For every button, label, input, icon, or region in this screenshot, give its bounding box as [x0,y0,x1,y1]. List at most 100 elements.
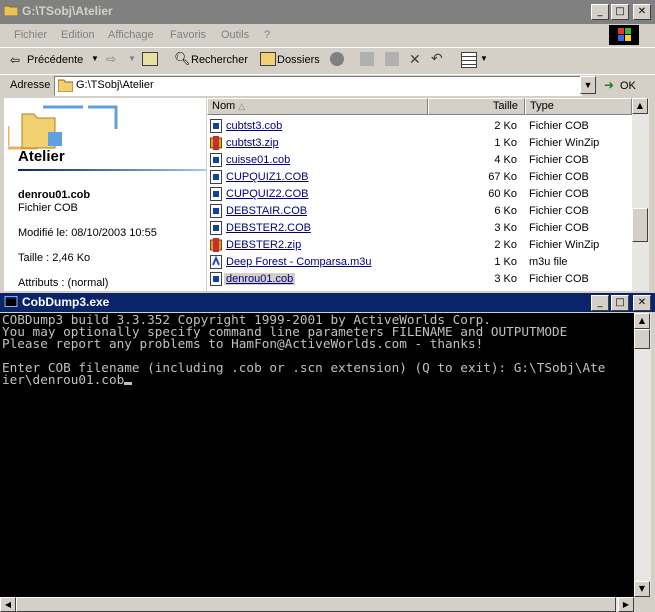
address-bar: Adresse G:\TSobj\Atelier ▼ ➜ OK [0,74,655,97]
file-type: Fichier WinZip [529,137,600,149]
back-button[interactable]: Précédente [27,54,83,66]
folder-icon [58,79,73,92]
scroll-down-icon[interactable]: ▼ [634,581,650,597]
address-field[interactable]: G:\TSobj\Atelier [54,76,582,96]
file-row[interactable]: CUPQUIZ2.COB 60 Ko Fichier COB [207,186,632,203]
selected-file-type: Fichier COB [18,202,78,214]
menu-favoris[interactable]: Favoris [170,29,206,41]
menu-edition[interactable]: Edition [61,29,95,41]
explorer-title: G:\TSobj\Atelier [22,4,113,18]
undo-icon[interactable]: ↶ [431,50,443,67]
file-type: Fichier WinZip [529,239,600,251]
console-vertical-scrollbar[interactable]: ▲ ▼ [634,313,651,597]
scroll-right-icon[interactable]: ▶ [618,597,634,612]
menu-help[interactable]: ? [264,29,270,41]
file-type: m3u file [529,256,568,268]
forward-dropdown-icon[interactable]: ▼ [128,54,136,63]
explorer-window: G:\TSobj\Atelier _ □ ✕ Fichier Edition A… [0,0,655,293]
up-folder-icon[interactable] [142,52,158,66]
column-header-size[interactable]: Taille [428,98,525,115]
address-dropdown-button[interactable]: ▼ [580,76,596,94]
file-size: 67 Ko [488,171,517,183]
go-label: OK [620,80,636,92]
selected-file-name: denrou01.cob [18,189,91,201]
copy-to-icon[interactable] [385,52,399,66]
go-button[interactable]: ➜ OK [600,76,644,95]
menu-affichage[interactable]: Affichage [108,29,154,41]
close-button[interactable]: ✕ [633,4,651,20]
views-icon[interactable] [461,52,477,68]
file-row-selected[interactable]: denrou01.cob 3 Ko Fichier COB [207,271,632,288]
file-size: 1 Ko [494,137,517,149]
minimize-button[interactable]: _ [591,295,609,311]
scroll-up-icon[interactable]: ▲ [634,313,650,329]
m3u-file-icon [210,255,222,269]
sort-ascending-icon: △ [238,101,246,111]
folders-button[interactable]: Dossiers [277,54,320,66]
console-app-icon [4,296,18,307]
menu-fichier[interactable]: Fichier [14,29,47,41]
explorer-title-bar[interactable]: G:\TSobj\Atelier _ □ ✕ [0,0,655,24]
cob-file-icon [210,204,222,218]
file-name: cubtst3.zip [226,137,279,149]
file-size: 60 Ko [488,188,517,200]
toolbar: ⇦ Précédente ▼ ⇨ ▼ 🔍︎ Rechercher Dossier… [0,47,655,74]
console-horizontal-scrollbar[interactable]: ◀ ▶ [0,597,634,612]
minimize-button[interactable]: _ [591,4,609,20]
cob-file-icon [210,119,222,133]
cob-file-icon [210,187,222,201]
file-size: 2 Ko [494,239,517,251]
file-row[interactable]: cubtst3.cob 2 Ko Fichier COB [207,118,632,135]
cob-file-icon [210,170,222,184]
menu-outils[interactable]: Outils [221,29,249,41]
file-type: Fichier COB [529,273,589,285]
file-row[interactable]: cubtst3.zip 1 Ko Fichier WinZip [207,135,632,152]
column-name-label: Nom [212,100,236,112]
column-header-name[interactable]: Nom △ [207,98,428,115]
folders-icon [260,52,276,66]
file-name: DEBSTER2.zip [226,239,302,251]
file-name: DEBSTAIR.COB [226,205,308,217]
maximize-button[interactable]: □ [611,4,629,20]
delete-icon[interactable]: ✕ [409,51,421,68]
scroll-up-icon[interactable]: ▲ [632,98,648,114]
cob-file-icon [210,221,222,235]
file-name: CUPQUIZ1.COB [226,171,309,183]
selected-file-modified: Modifié le: 08/10/2003 10:55 [18,227,157,239]
search-icon: 🔍︎ [174,51,191,66]
console-title-bar[interactable]: CobDump3.exe _ □ ✕ [0,293,655,312]
move-to-icon[interactable] [360,52,374,66]
file-row[interactable]: Deep Forest - Comparsa.m3u 1 Ko m3u file [207,254,632,271]
maximize-button[interactable]: □ [611,295,629,311]
file-size: 3 Ko [494,222,517,234]
folder-title: Atelier [18,148,65,165]
back-dropdown-icon[interactable]: ▼ [91,54,99,63]
selected-file-size: Taille : 2,46 Ko [18,252,91,264]
winzip-file-icon [210,136,222,150]
scroll-left-icon[interactable]: ◀ [0,597,16,612]
file-list-scrollbar[interactable]: ▲ [632,98,649,291]
details-pane: Atelier denrou01.cob Fichier COB Modifié… [4,98,206,291]
views-dropdown-icon[interactable]: ▼ [480,54,488,63]
file-row[interactable]: DEBSTAIR.COB 6 Ko Fichier COB [207,203,632,220]
file-type: Fichier COB [529,154,589,166]
column-header-type[interactable]: Type [525,98,632,115]
console-line: ier\denrou01.cob [2,372,125,387]
windows-flag-icon [618,28,631,41]
console-text: COBDump3 build 3.3.352 Copyright 1999-20… [2,313,605,387]
forward-arrow-icon[interactable]: ⇨ [106,52,116,66]
search-button[interactable]: Rechercher [191,54,248,66]
scroll-thumb[interactable] [632,208,648,242]
file-row[interactable]: DEBSTER2.zip 2 Ko Fichier WinZip [207,237,632,254]
file-row[interactable]: DEBSTER2.COB 3 Ko Fichier COB [207,220,632,237]
windows-logo [609,25,639,45]
scroll-thumb[interactable] [634,329,650,349]
file-type: Fichier COB [529,222,589,234]
scroll-thumb[interactable] [16,597,616,612]
console-window: CobDump3.exe _ □ ✕ COBDump3 build 3.3.35… [0,293,655,612]
history-icon[interactable] [330,52,344,66]
file-row[interactable]: cuisse01.cob 4 Ko Fichier COB [207,152,632,169]
close-button[interactable]: ✕ [633,295,651,311]
console-output[interactable]: COBDump3 build 3.3.352 Copyright 1999-20… [0,313,634,597]
file-row[interactable]: CUPQUIZ1.COB 67 Ko Fichier COB [207,169,632,186]
